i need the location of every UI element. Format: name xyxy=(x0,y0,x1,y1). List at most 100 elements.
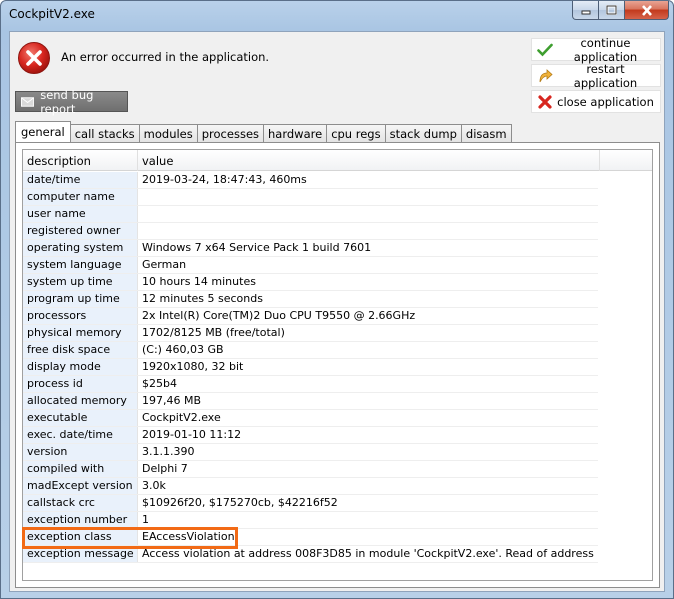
row-value: 3.0k xyxy=(142,479,166,492)
row-value: $10926f20, $175270cb, $42216f52 xyxy=(142,496,338,509)
caption-buttons xyxy=(572,1,669,21)
row-value: 2x Intel(R) Core(TM)2 Duo CPU T9550 @ 2.… xyxy=(142,309,416,322)
table-row[interactable]: user name xyxy=(23,206,598,223)
column-header-filler xyxy=(600,150,652,171)
window-title: CockpitV2.exe xyxy=(9,7,95,21)
minimize-button[interactable] xyxy=(572,1,599,20)
row-description: process id xyxy=(23,376,138,392)
column-header-value[interactable]: value xyxy=(138,150,600,171)
dialog-client-area: An error occurred in the application. co… xyxy=(9,31,665,592)
row-value xyxy=(138,223,598,239)
row-value: CockpitV2.exe xyxy=(142,411,221,424)
error-message: An error occurred in the application. xyxy=(61,50,270,64)
general-tab-panel: description value date/time 2019-03-24, 1… xyxy=(15,142,660,588)
row-value: 1702/8125 MB (free/total) xyxy=(142,326,285,339)
error-icon xyxy=(18,42,50,74)
tab-bar: general call stacks modules processes ha… xyxy=(15,121,512,142)
row-description: exception class xyxy=(23,529,138,545)
row-description: user name xyxy=(23,206,138,222)
send-bug-report-button[interactable]: send bug report xyxy=(15,88,128,116)
table-row[interactable]: date/time 2019-03-24, 18:47:43, 460ms xyxy=(23,172,598,189)
info-grid[interactable]: description value date/time 2019-03-24, 1… xyxy=(22,149,653,581)
table-row[interactable]: compiled with Delphi 7 xyxy=(23,461,598,478)
tab-processes[interactable]: processes xyxy=(196,124,265,142)
close-window-button[interactable] xyxy=(625,1,669,20)
row-description: computer name xyxy=(23,189,138,205)
close-application-label: close application xyxy=(557,94,654,109)
column-header-description[interactable]: description xyxy=(23,150,138,171)
row-description: exception number xyxy=(23,512,138,528)
row-value: 1920x1080, 32 bit xyxy=(142,360,244,373)
continue-application-label: continue application xyxy=(573,35,638,64)
row-description: registered owner xyxy=(23,223,138,239)
table-row[interactable]: madExcept version 3.0k xyxy=(23,478,598,495)
table-row[interactable]: display mode 1920x1080, 32 bit xyxy=(23,359,598,376)
tab-call-stacks[interactable]: call stacks xyxy=(69,124,140,142)
row-description: allocated memory xyxy=(23,393,138,409)
grid-header: description value xyxy=(23,150,652,171)
row-value: Access violation at address 008F3D85 in … xyxy=(142,547,598,560)
row-description: exception message xyxy=(23,546,138,562)
row-value: German xyxy=(142,258,187,271)
row-description: free disk space xyxy=(23,342,138,358)
row-description: operating system xyxy=(23,240,138,256)
restart-application-label: restart application xyxy=(573,61,638,90)
row-description: system up time xyxy=(23,274,138,290)
row-description: compiled with xyxy=(23,461,138,477)
table-row[interactable]: system language German xyxy=(23,257,598,274)
table-row[interactable]: callstack crc $10926f20, $175270cb, $4221… xyxy=(23,495,598,512)
table-row[interactable]: exception class EAccessViolation xyxy=(23,529,598,546)
row-value: (C:) 460,03 GB xyxy=(142,343,224,356)
table-row[interactable]: computer name xyxy=(23,189,598,206)
row-value: 3.1.1.390 xyxy=(142,445,195,458)
maximize-button[interactable] xyxy=(599,1,625,20)
row-value: 2019-03-24, 18:47:43, 460ms xyxy=(142,173,307,186)
row-description: executable xyxy=(23,410,138,426)
table-row[interactable]: version 3.1.1.390 xyxy=(23,444,598,461)
row-description: madExcept version xyxy=(23,478,138,494)
row-description: exec. date/time xyxy=(23,427,138,443)
table-row[interactable]: executable CockpitV2.exe xyxy=(23,410,598,427)
restart-application-button[interactable]: restart application xyxy=(531,61,661,90)
row-description: physical memory xyxy=(23,325,138,341)
table-row[interactable]: registered owner xyxy=(23,223,598,240)
tab-disasm[interactable]: disasm xyxy=(460,124,512,142)
table-row[interactable]: process id $25b4 xyxy=(23,376,598,393)
row-value: Delphi 7 xyxy=(142,462,188,475)
row-description: processors xyxy=(23,308,138,324)
tab-stack-dump[interactable]: stack dump xyxy=(384,124,462,142)
row-value: $25b4 xyxy=(142,377,177,390)
tab-cpu-regs[interactable]: cpu regs xyxy=(326,124,386,142)
table-row[interactable]: exec. date/time 2019-01-10 11:12 xyxy=(23,427,598,444)
table-row[interactable]: program up time 12 minutes 5 seconds xyxy=(23,291,598,308)
grid-rows: date/time 2019-03-24, 18:47:43, 460ms comp… xyxy=(23,172,598,563)
checkmark-icon xyxy=(537,43,553,56)
row-description: display mode xyxy=(23,359,138,375)
close-application-button[interactable]: close application xyxy=(531,90,661,113)
tab-general[interactable]: general xyxy=(15,121,71,142)
row-value: EAccessViolation xyxy=(142,530,235,543)
row-value: 2019-01-10 11:12 xyxy=(142,428,242,441)
table-row[interactable]: system up time 10 hours 14 minutes xyxy=(23,274,598,291)
row-description: version xyxy=(23,444,138,460)
maximize-icon xyxy=(606,5,617,15)
tab-hardware[interactable]: hardware xyxy=(263,124,328,142)
table-row[interactable]: physical memory 1702/8125 MB (free/total) xyxy=(23,325,598,342)
restart-arrow-icon xyxy=(539,68,553,82)
table-row[interactable]: operating system Windows 7 x64 Service Pa… xyxy=(23,240,598,257)
continue-application-button[interactable]: continue application xyxy=(531,35,661,64)
row-description: date/time xyxy=(23,172,138,188)
table-row[interactable]: free disk space (C:) 460,03 GB xyxy=(23,342,598,359)
row-value: 10 hours 14 minutes xyxy=(142,275,256,288)
title-bar[interactable]: CockpitV2.exe xyxy=(1,1,673,27)
row-value xyxy=(138,189,598,205)
row-value: 197,46 MB xyxy=(142,394,202,407)
tab-modules[interactable]: modules xyxy=(138,124,198,142)
minimize-icon xyxy=(581,10,590,15)
table-row[interactable]: exception number 1 xyxy=(23,512,598,529)
table-row[interactable]: exception message Access violation at add… xyxy=(23,546,598,563)
table-row[interactable]: allocated memory 197,46 MB xyxy=(23,393,598,410)
close-icon xyxy=(641,4,652,16)
table-row[interactable]: processors 2x Intel(R) Core(TM)2 Duo CPU … xyxy=(23,308,598,325)
row-description: system language xyxy=(23,257,138,273)
